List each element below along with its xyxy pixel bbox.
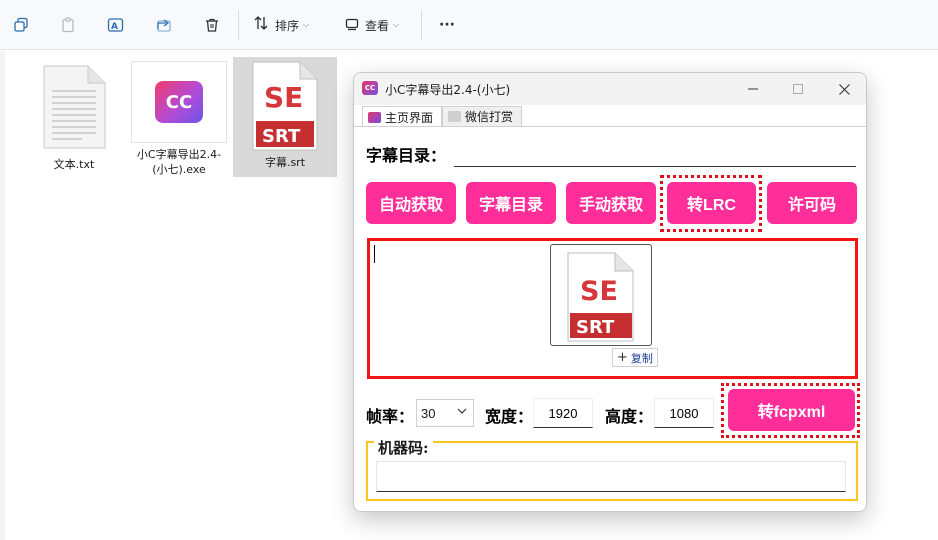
sort-label: 排序 [275,18,300,33]
frame-rate-select[interactable]: 30 [416,399,474,427]
maximize-button[interactable] [783,79,813,99]
file-name: 小C字幕导出2.4-(小七).exe [136,148,222,176]
window-title: 小C字幕导出2.4-(小七) [385,83,511,97]
manual-fetch-button[interactable]: 手动获取 [566,182,656,224]
license-button[interactable]: 许可码 [767,182,857,224]
app-exe-icon: CC [131,61,227,143]
file-item-text[interactable]: 文本.txt [22,59,126,177]
app-icon [368,111,381,123]
svg-text:SE: SE [264,81,303,114]
tab-wechat-tip[interactable]: 微信打赏 [442,106,523,126]
more-button[interactable]: ··· [436,13,458,37]
file-item-srt[interactable]: SE SRT 字幕.srt [233,57,337,177]
file-item-exe[interactable]: CC 小C字幕导出2.4-(小七).exe [127,59,231,177]
view-button[interactable]: 查看 ⌵ [345,13,399,37]
text-cursor [374,245,375,263]
copy-icon[interactable] [10,13,32,37]
machine-code-label: 机器码: [374,437,433,458]
height-input[interactable] [654,398,714,428]
wechat-icon [448,111,462,122]
copy-drop-tooltip: + 复制 [612,348,658,367]
chevron-down-icon: ⌵ [303,20,310,29]
plus-icon: + [617,350,628,365]
navigation-pane-edge [0,51,5,540]
rename-icon[interactable]: A [105,13,127,37]
app-window: CC 小C字幕导出2.4-(小七) 主页界面 微信打赏 字幕目录： 自动获取 字… [353,72,867,512]
sort-icon [253,15,269,35]
share-icon[interactable] [153,13,175,37]
chevron-down-icon [456,405,468,420]
toolbar-separator [421,10,422,40]
toolbar-separator [238,10,239,40]
file-name: 字幕.srt [264,156,306,169]
srt-logo-text-bottom: SRT [576,317,615,338]
window-titlebar[interactable]: CC 小C字幕导出2.4-(小七) [354,73,866,105]
sort-button[interactable]: 排序 ⌵ [253,13,309,37]
tab-bar: 主页界面 微信打赏 [362,106,523,127]
tab-label: 微信打赏 [465,110,514,124]
width-label: 宽度： [485,407,534,426]
copy-tip-label: 复制 [630,351,653,365]
srt-logo-text-top: SE [580,276,618,307]
subtitle-dir-button[interactable]: 字幕目录 [466,182,556,224]
auto-fetch-button[interactable]: 自动获取 [366,182,456,224]
explorer-toolbar: A 排序 ⌵ 查看 ⌵ ··· [0,0,938,50]
delete-icon[interactable] [201,13,223,37]
to-fcpxml-button[interactable]: 转fcpxml [728,389,855,431]
view-icon [345,16,359,35]
srt-file-icon: SE SRT [250,61,320,155]
svg-text:SRT: SRT [262,126,301,147]
frame-rate-value: 30 [421,405,436,421]
tab-main[interactable]: 主页界面 [362,106,443,127]
machine-code-input[interactable] [376,461,846,492]
dragged-srt-file-icon: SE SRT [550,244,652,346]
file-name: 文本.txt [53,158,95,171]
chevron-down-icon: ⌵ [393,20,400,29]
text-file-icon [42,65,106,153]
subtitle-dir-input[interactable] [454,139,856,167]
minimize-button[interactable] [738,79,768,99]
frame-rate-label: 帧率： [366,407,415,426]
paste-icon[interactable] [57,13,79,37]
close-button[interactable] [829,79,859,99]
app-icon: CC [362,81,378,95]
subtitle-dir-label: 字幕目录： [366,146,447,165]
to-lrc-button[interactable]: 转LRC [667,182,756,224]
height-label: 高度： [605,407,654,426]
svg-text:A: A [111,22,118,32]
tab-label: 主页界面 [385,110,434,125]
subtitle-text-area[interactable]: SE SRT + 复制 [367,238,858,379]
view-label: 查看 [365,18,390,33]
width-input[interactable] [533,398,593,428]
